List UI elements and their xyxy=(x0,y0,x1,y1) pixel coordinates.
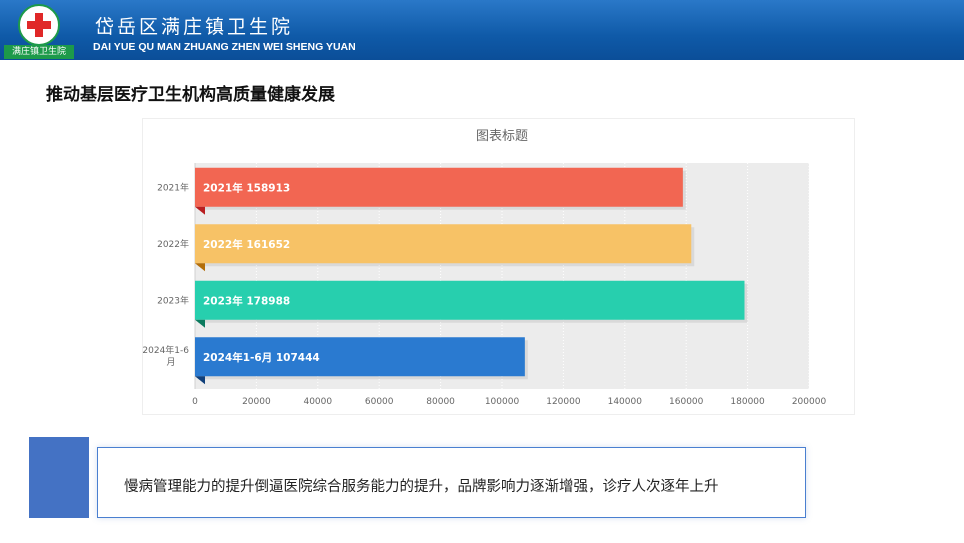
data-label: 2021年 158913 xyxy=(203,181,290,194)
category-label: 2021年 xyxy=(157,181,189,193)
data-label: 2023年 178988 xyxy=(203,294,290,307)
bar-chart-panel: 图表标题 2021年 158913 2021年 2022年 161652 2022年 20… xyxy=(142,118,855,415)
logo-label: 满庄镇卫生院 xyxy=(4,45,74,59)
x-tick-label: 120000 xyxy=(546,397,581,407)
x-tick-label: 140000 xyxy=(608,397,643,407)
x-tick-label: 40000 xyxy=(303,397,332,407)
data-label: 2024年1-6月 107444 xyxy=(203,351,320,364)
summary-box: 慢病管理能力的提升倒逼医院综合服务能力的提升，品牌影响力逐渐增强，诊疗人次逐年上… xyxy=(97,447,806,518)
x-tick-label: 20000 xyxy=(242,397,271,407)
hospital-logo: 满庄镇卫生院 xyxy=(4,4,74,59)
x-tick-label: 200000 xyxy=(792,397,827,407)
x-tick-label: 160000 xyxy=(669,397,704,407)
x-tick-label: 0 xyxy=(192,397,198,407)
category-label: 2022年 xyxy=(157,238,189,250)
category-label: 月 xyxy=(166,357,175,368)
category-label: 2024年1-6 xyxy=(143,344,189,356)
x-tick-label: 100000 xyxy=(485,397,520,407)
x-tick-label: 80000 xyxy=(426,397,455,407)
category-label: 2023年 xyxy=(157,294,189,306)
page-title: 推动基层医疗卫生机构高质量健康发展 xyxy=(46,85,335,105)
hospital-name-cn: 岱岳区满庄镇卫生院 xyxy=(95,16,294,38)
data-label: 2022年 161652 xyxy=(203,238,290,251)
accent-block xyxy=(29,437,89,518)
chart-title: 图表标题 xyxy=(476,129,528,144)
hospital-name-en: DAI YUE QU MAN ZHUANG ZHEN WEI SHENG YUA… xyxy=(93,41,356,53)
header-bar: 满庄镇卫生院 岱岳区满庄镇卫生院 DAI YUE QU MAN ZHUANG Z… xyxy=(0,0,964,60)
summary-text: 慢病管理能力的提升倒逼医院综合服务能力的提升，品牌影响力逐渐增强，诊疗人次逐年上… xyxy=(124,479,719,495)
x-tick-label: 60000 xyxy=(365,397,394,407)
x-tick-label: 180000 xyxy=(730,397,765,407)
bar-chart: 图表标题 2021年 158913 2021年 2022年 161652 2022年 20… xyxy=(143,129,827,407)
